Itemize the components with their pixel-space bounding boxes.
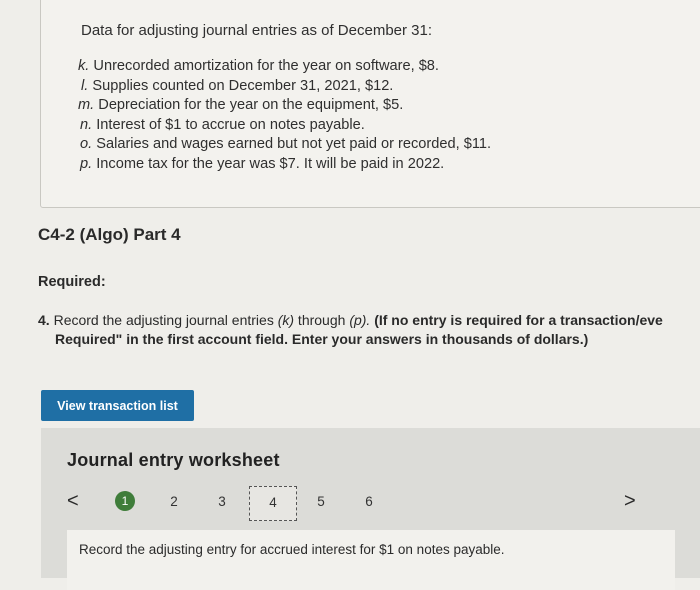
item-text: Salaries and wages earned but not yet pa… bbox=[96, 136, 492, 152]
item-letter: k. bbox=[78, 58, 90, 74]
instruction-number: 4. bbox=[38, 312, 50, 328]
item-letter: l. bbox=[81, 77, 89, 94]
view-transaction-list-button[interactable]: View transaction list bbox=[41, 390, 194, 421]
prev-arrow-icon[interactable]: < bbox=[67, 490, 79, 513]
instruction: 4. Record the adjusting journal entries … bbox=[38, 311, 700, 348]
page-6[interactable]: 6 bbox=[359, 494, 379, 509]
item-letter: p. bbox=[80, 155, 93, 172]
page-1-completed[interactable]: 1 bbox=[115, 491, 135, 511]
item-text: Interest of $1 to accrue on notes payabl… bbox=[96, 116, 365, 133]
page-3[interactable]: 3 bbox=[212, 494, 232, 509]
data-item-n: n. Interest of $1 to accrue on notes pay… bbox=[78, 116, 491, 136]
entry-instruction: Record the adjusting entry for accrued i… bbox=[79, 542, 505, 557]
worksheet-title: Journal entry worksheet bbox=[67, 450, 280, 470]
instruction-bold: (If no entry is required for a transacti… bbox=[370, 312, 663, 328]
entry-panel: Record the adjusting entry for accrued i… bbox=[67, 530, 675, 590]
next-arrow-icon[interactable]: > bbox=[624, 490, 636, 513]
instruction-text: Record the adjusting journal entries bbox=[53, 312, 278, 328]
section-title: C4-2 (Algo) Part 4 bbox=[38, 225, 181, 244]
instruction-line2: Required" in the first account field. En… bbox=[55, 330, 589, 347]
item-letter: o. bbox=[80, 136, 93, 152]
item-letter: m. bbox=[78, 97, 95, 113]
data-item-m: m. Depreciation for the year on the equi… bbox=[78, 96, 491, 116]
required-label: Required: bbox=[38, 274, 106, 290]
item-text: Income tax for the year was $7. It will … bbox=[96, 155, 445, 172]
instruction-p: (p). bbox=[349, 312, 371, 328]
instruction-through: through bbox=[294, 312, 350, 328]
data-list: k. Unrecorded amortization for the year … bbox=[78, 57, 491, 174]
page-5[interactable]: 5 bbox=[311, 494, 331, 509]
data-item-p: p. Income tax for the year was $7. It wi… bbox=[78, 155, 491, 175]
worksheet-pager: < 1 2 3 4 5 6 > bbox=[41, 486, 700, 526]
data-title: Data for adjusting journal entries as of… bbox=[81, 22, 433, 39]
item-text: Supplies counted on December 31, 2021, $… bbox=[92, 77, 394, 94]
instruction-k: (k) bbox=[277, 312, 295, 328]
item-text: Unrecorded amortization for the year on … bbox=[93, 58, 439, 74]
item-text: Depreciation for the year on the equipme… bbox=[98, 97, 404, 113]
item-letter: n. bbox=[80, 116, 93, 133]
page-2[interactable]: 2 bbox=[164, 494, 184, 509]
page-4-current[interactable]: 4 bbox=[249, 486, 297, 521]
data-item-l: l. Supplies counted on December 31, 2021… bbox=[78, 77, 491, 97]
data-item-k: k. Unrecorded amortization for the year … bbox=[78, 57, 491, 77]
data-item-o: o. Salaries and wages earned but not yet… bbox=[78, 135, 491, 155]
current-page-label: 4 bbox=[269, 495, 277, 510]
journal-entry-worksheet: Journal entry worksheet < 1 2 3 4 5 6 > … bbox=[41, 428, 700, 590]
